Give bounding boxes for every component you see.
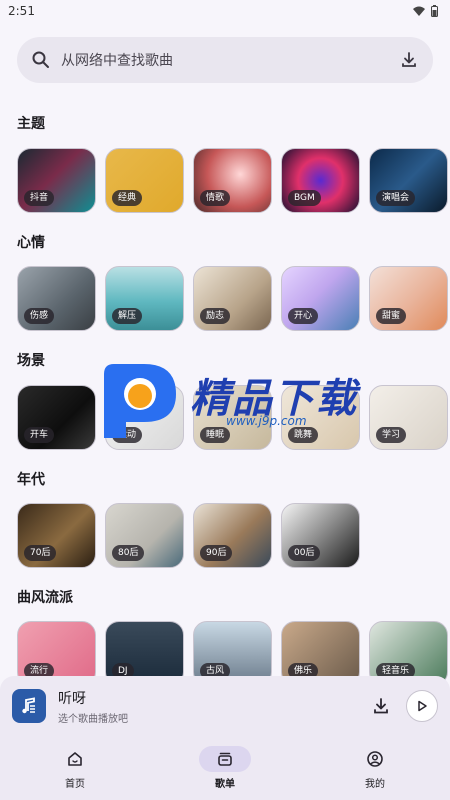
category-tile[interactable]: 运动 — [105, 385, 184, 450]
playlist-icon — [199, 746, 251, 772]
section-title-theme: 主题 — [17, 116, 45, 132]
category-tile[interactable]: 学习 — [369, 385, 448, 450]
section-title-era: 年代 — [17, 472, 45, 488]
tile-label: 70后 — [24, 545, 57, 561]
category-tile[interactable]: 开心 — [281, 266, 360, 331]
tile-row-era: 70后 80后 90后 00后 — [17, 503, 360, 568]
category-tile[interactable]: 甜蜜 — [369, 266, 448, 331]
nav-item-playlist[interactable]: 歌单 — [150, 736, 300, 800]
tile-label: 开车 — [24, 427, 55, 443]
nav-label: 歌单 — [215, 779, 235, 790]
tile-label: 甜蜜 — [376, 308, 407, 324]
tile-label: 解压 — [112, 308, 143, 324]
section-title-genre: 曲风流派 — [17, 590, 73, 606]
tile-label: 开心 — [288, 308, 319, 324]
category-tile[interactable]: 跳舞 — [281, 385, 360, 450]
tile-label: 90后 — [200, 545, 233, 561]
nav-item-home[interactable]: 首页 — [0, 736, 150, 800]
category-tile[interactable]: 伤感 — [17, 266, 96, 331]
tile-label: BGM — [288, 190, 321, 206]
category-tile[interactable]: 解压 — [105, 266, 184, 331]
category-tile[interactable]: 00后 — [281, 503, 360, 568]
category-tile[interactable]: BGM — [281, 148, 360, 213]
tile-label: 睡眠 — [200, 427, 231, 443]
section-title-mood: 心情 — [17, 235, 45, 251]
category-tile[interactable]: 抖音 — [17, 148, 96, 213]
tile-label: 00后 — [288, 545, 321, 561]
tile-label: 伤感 — [24, 308, 55, 324]
tile-label: 运动 — [112, 427, 143, 443]
tile-label: 80后 — [112, 545, 145, 561]
tile-label: 学习 — [376, 427, 407, 443]
category-tile[interactable]: 励志 — [193, 266, 272, 331]
play-icon — [418, 700, 427, 712]
profile-icon — [349, 746, 401, 772]
tile-row-scene: 开车 运动 睡眠 跳舞 学习 — [17, 385, 448, 450]
status-bar: 2:51 — [0, 0, 450, 22]
player-title: 听呀 — [58, 690, 86, 707]
nav-item-profile[interactable]: 我的 — [300, 736, 450, 800]
category-tile[interactable]: 经典 — [105, 148, 184, 213]
bottom-navigation: 首页 歌单 我的 — [0, 736, 450, 800]
play-button[interactable] — [406, 690, 438, 722]
category-tile[interactable]: 70后 — [17, 503, 96, 568]
download-icon[interactable] — [399, 50, 419, 70]
tile-label: 情歌 — [200, 190, 231, 206]
category-tile[interactable]: 情歌 — [193, 148, 272, 213]
category-tile[interactable]: 80后 — [105, 503, 184, 568]
status-icons — [413, 5, 438, 17]
category-tile[interactable]: 演唱会 — [369, 148, 448, 213]
player-download-icon[interactable] — [370, 695, 392, 717]
search-bar[interactable]: 从网络中查找歌曲 — [17, 37, 433, 83]
search-input[interactable]: 从网络中查找歌曲 — [61, 50, 399, 70]
nav-label: 我的 — [365, 779, 385, 790]
section-title-scene: 场景 — [17, 353, 45, 369]
category-tile[interactable]: 睡眠 — [193, 385, 272, 450]
search-icon — [31, 50, 51, 70]
tile-row-theme: 抖音 经典 情歌 BGM 演唱会 — [17, 148, 448, 213]
wifi-icon — [413, 6, 425, 16]
tile-label: 经典 — [112, 190, 143, 206]
nav-label: 首页 — [65, 779, 85, 790]
tile-label: 抖音 — [24, 190, 55, 206]
player-info: 听呀 选个歌曲播放吧 — [58, 688, 370, 725]
app-logo-icon — [12, 689, 46, 723]
home-icon — [49, 746, 101, 772]
category-tile[interactable]: 开车 — [17, 385, 96, 450]
tile-label: 励志 — [200, 308, 231, 324]
tile-row-mood: 伤感 解压 励志 开心 甜蜜 — [17, 266, 448, 331]
player-subtitle: 选个歌曲播放吧 — [58, 713, 128, 725]
status-time: 2:51 — [8, 4, 35, 18]
tile-label: 跳舞 — [288, 427, 319, 443]
category-tile[interactable]: 90后 — [193, 503, 272, 568]
mini-player[interactable]: 听呀 选个歌曲播放吧 — [0, 676, 450, 736]
battery-icon — [431, 5, 438, 17]
tile-label: 演唱会 — [376, 190, 416, 206]
